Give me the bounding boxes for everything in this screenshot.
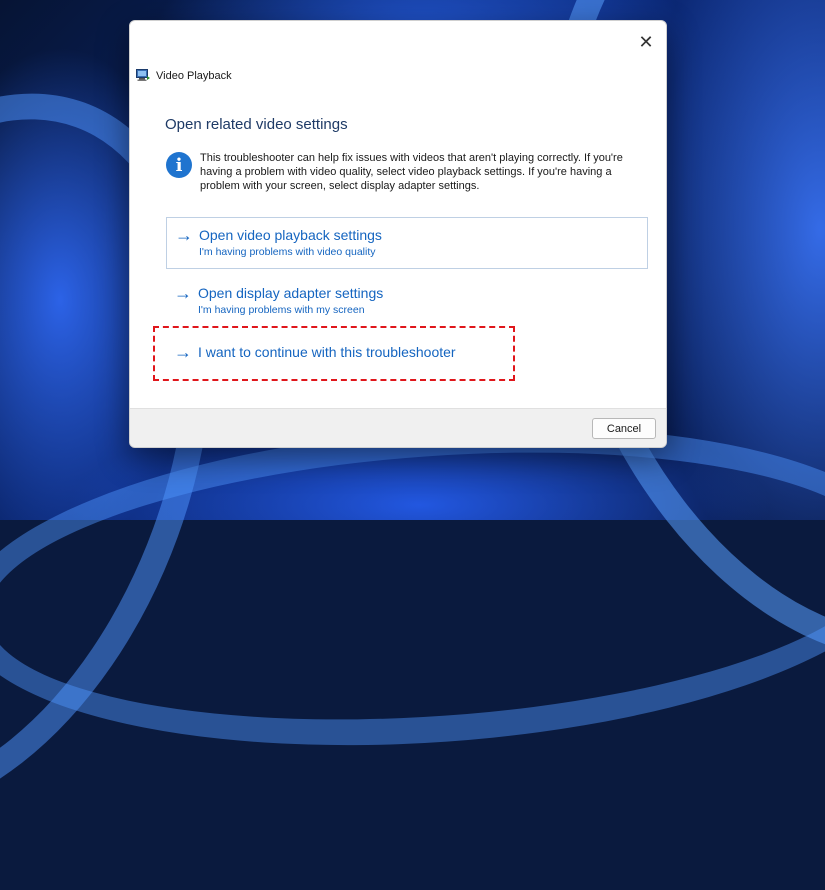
arrow-right-icon: → (174, 283, 192, 303)
info-section: i This troubleshooter can help fix issue… (166, 151, 636, 193)
page-title: Open related video settings (165, 116, 348, 133)
option-title: Open display adapter settings (198, 285, 384, 301)
arrow-right-icon: → (174, 342, 192, 362)
close-icon: ✕ (638, 31, 654, 52)
video-playback-icon (136, 69, 150, 81)
window-title-bar: Video Playback (136, 69, 232, 82)
window-title: Video Playback (156, 69, 232, 82)
option-subtitle: I'm having problems with my screen (198, 304, 365, 316)
arrow-right-icon: → (175, 225, 193, 245)
option-open-video-playback-settings[interactable]: → Open video playback settings I'm havin… (166, 217, 648, 269)
dialog-footer: Cancel (130, 408, 666, 447)
option-title: I want to continue with this troubleshoo… (198, 344, 456, 360)
option-continue-troubleshooter[interactable]: → I want to continue with this troublesh… (166, 335, 648, 387)
info-icon: i (166, 152, 192, 178)
cancel-button[interactable]: Cancel (592, 418, 656, 439)
troubleshooter-dialog: ✕ Video Playback Open related video sett… (129, 20, 667, 448)
option-subtitle: I'm having problems with video quality (199, 246, 376, 258)
info-text: This troubleshooter can help fix issues … (200, 152, 623, 192)
option-title: Open video playback settings (199, 227, 382, 243)
option-open-display-adapter-settings[interactable]: → Open display adapter settings I'm havi… (166, 276, 648, 328)
close-button[interactable]: ✕ (634, 31, 658, 53)
